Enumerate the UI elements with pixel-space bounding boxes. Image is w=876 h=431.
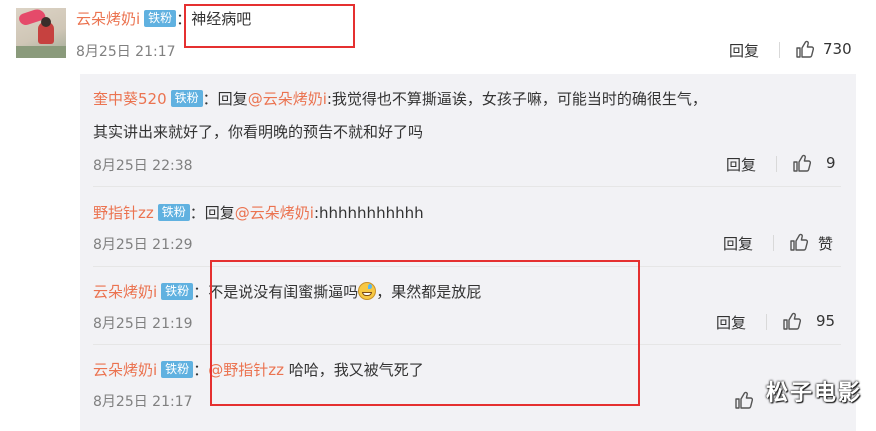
reply-2-username[interactable]: 野指针zz <box>93 204 154 222</box>
highlight-box <box>210 260 640 406</box>
reply-word: 回复 <box>217 90 248 108</box>
avatar-head <box>41 17 51 27</box>
divider <box>776 156 777 172</box>
watermark: 松子电影 <box>765 381 862 406</box>
colon: ： <box>189 204 205 222</box>
avatar[interactable] <box>16 8 66 58</box>
thumbs-up-icon[interactable] <box>792 153 812 173</box>
reply-2-like-label[interactable]: 赞 <box>818 233 833 254</box>
mention-link[interactable]: @云朵烤奶i <box>248 90 327 108</box>
colon: ： <box>193 283 209 301</box>
reply-1-text: :我觉得也不算撕逼诶，女孩子嘛，可能当时的确很生气， <box>326 90 707 108</box>
colon: ： <box>193 361 209 379</box>
reply-3-like-count: 95 <box>816 312 836 330</box>
reply-3-reply-button[interactable]: 回复 <box>716 312 746 333</box>
avatar-ground <box>16 46 66 58</box>
fan-badge[interactable]: 铁粉 <box>161 361 194 378</box>
fan-badge[interactable]: 铁粉 <box>170 90 203 107</box>
divider <box>93 186 841 187</box>
reply-1-text-line2: 其实讲出来就好了，你看明晚的预告不就和好了吗 <box>93 123 424 141</box>
reply-3-time: 8月25日 21:19 <box>93 316 193 332</box>
main-username[interactable]: 云朵烤奶i <box>76 10 140 28</box>
main-like-count: 730 <box>823 40 852 58</box>
reply-1-like-count: 9 <box>826 154 836 172</box>
reply-2-text: :hhhhhhhhhhh <box>313 204 424 222</box>
thumbs-up-icon[interactable] <box>795 39 815 59</box>
main-comment-time: 8月25日 21:17 <box>76 44 176 60</box>
thumbs-up-icon[interactable] <box>789 232 809 252</box>
reply-4-time: 8月25日 21:17 <box>93 394 193 410</box>
reply-2-line1: 野指针zz 铁粉 ：回复@云朵烤奶i:hhhhhhhhhhh <box>93 202 424 223</box>
reply-2-time: 8月25日 21:29 <box>93 237 193 253</box>
mention-link[interactable]: @云朵烤奶i <box>235 204 314 222</box>
reply-4-username[interactable]: 云朵烤奶i <box>93 361 157 379</box>
divider <box>773 235 774 251</box>
reply-1-line1: 奎中葵520 铁粉 ：回复@云朵烤奶i:我觉得也不算撕逼诶，女孩子嘛，可能当时的确很… <box>93 88 707 109</box>
reply-1-username[interactable]: 奎中葵520 <box>93 90 167 108</box>
highlight-box <box>184 4 355 48</box>
fan-badge[interactable]: 铁粉 <box>144 10 177 27</box>
fan-badge[interactable]: 铁粉 <box>157 204 190 221</box>
reply-2-reply-button[interactable]: 回复 <box>723 233 753 254</box>
colon: ： <box>202 90 218 108</box>
thumbs-up-icon[interactable] <box>782 311 802 331</box>
reply-word: 回复 <box>204 204 235 222</box>
reply-1-time: 8月25日 22:38 <box>93 158 193 174</box>
thumbs-up-icon[interactable] <box>734 390 754 410</box>
reply-1-reply-button[interactable]: 回复 <box>726 154 756 175</box>
divider <box>766 314 767 330</box>
fan-badge[interactable]: 铁粉 <box>161 283 194 300</box>
reply-3-username[interactable]: 云朵烤奶i <box>93 283 157 301</box>
main-reply-button[interactable]: 回复 <box>729 40 759 61</box>
divider <box>779 42 780 58</box>
